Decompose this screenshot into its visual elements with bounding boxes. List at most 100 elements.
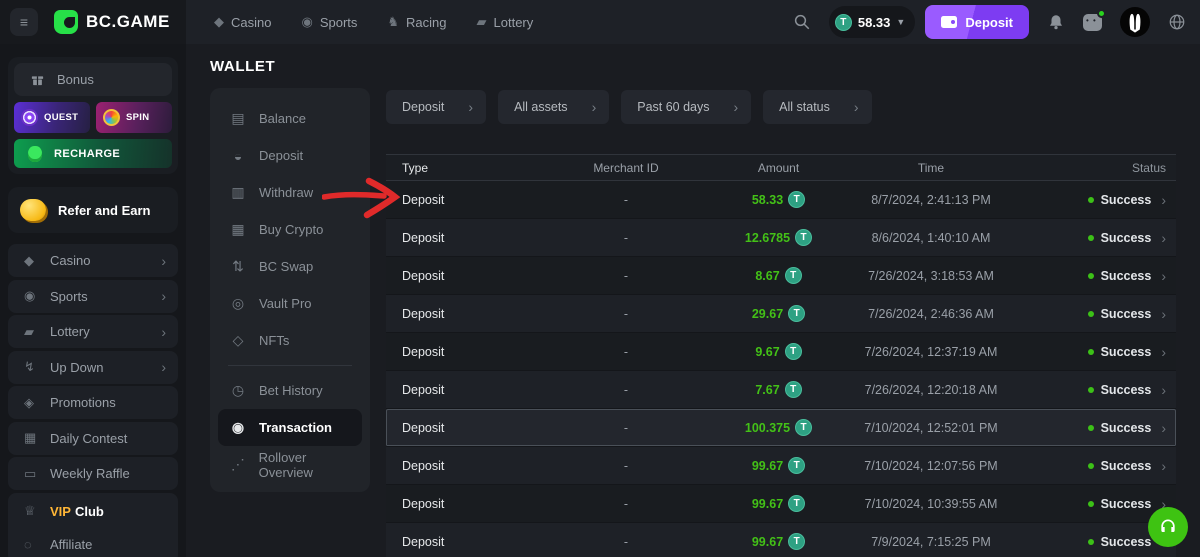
sidebar-item-affiliate[interactable]: ◌ Affiliate: [8, 528, 178, 557]
table-row[interactable]: Deposit - 100.375 T 7/10/2024, 12:52:01 …: [386, 409, 1176, 447]
wallet-menu-item[interactable]: ◷ Bet History: [218, 372, 362, 409]
sidebar-menu: ◆ Casino › ◉ Sports › ▰ Lottery › ↯: [8, 244, 178, 490]
headphones-icon: [1158, 517, 1178, 537]
tx-status: Success ›: [1021, 230, 1176, 246]
tx-amount-cell: 99.67 T: [716, 457, 841, 474]
crown-icon: ♕: [24, 503, 50, 519]
support-button[interactable]: [1148, 507, 1188, 547]
wallet-menu-item[interactable]: ◒ Deposit: [218, 137, 362, 174]
sidebar-menu-item[interactable]: ▰ Lottery ›: [8, 315, 178, 348]
tx-merchant-id: -: [536, 383, 716, 397]
tx-merchant-id: -: [536, 421, 716, 435]
tx-status: Success ›: [1021, 458, 1176, 474]
notifications-bell-icon[interactable]: [1047, 13, 1065, 31]
spin-badge[interactable]: SPIN: [96, 102, 172, 133]
navbar-tab[interactable]: ♞ Racing: [387, 14, 446, 30]
status-dot: [1088, 387, 1094, 393]
navbar-right: T 58.33 ▼ Deposit: [793, 0, 1186, 44]
tether-coin-icon: T: [785, 381, 802, 398]
tab-icon: ▰: [477, 14, 487, 30]
status-label: Success: [1101, 345, 1152, 359]
affiliate-label: Affiliate: [50, 537, 92, 552]
table-row[interactable]: Deposit - 29.67 T 7/26/2024, 2:46:36 AM …: [386, 295, 1176, 333]
sidebar-menu-item[interactable]: ↯ Up Down ›: [8, 351, 178, 384]
chat-online-dot: [1097, 9, 1106, 18]
wallet-menu-item[interactable]: ◉ Transaction: [218, 409, 362, 446]
wallet-menu-item[interactable]: ▤ Balance: [218, 100, 362, 137]
menu-item-label: Weekly Raffle: [50, 466, 130, 481]
status-label: Success: [1101, 231, 1152, 245]
table-row[interactable]: Deposit - 8.67 T 7/26/2024, 3:18:53 AM S…: [386, 257, 1176, 295]
table-row[interactable]: Deposit - 7.67 T 7/26/2024, 12:20:18 AM …: [386, 371, 1176, 409]
chevron-right-icon: ›: [854, 99, 859, 115]
status-label: Success: [1101, 497, 1152, 511]
status-dot: [1088, 463, 1094, 469]
sidebar-item-bonus[interactable]: Bonus: [14, 63, 172, 96]
filter-dropdown[interactable]: All status ›: [763, 90, 871, 124]
filter-dropdown[interactable]: All assets ›: [498, 90, 609, 124]
menu-item-label: Sports: [50, 289, 88, 304]
filter-dropdown[interactable]: Deposit ›: [386, 90, 486, 124]
wallet-menu-item[interactable]: ▥ Withdraw: [218, 174, 362, 211]
filter-dropdown[interactable]: Past 60 days ›: [621, 90, 751, 124]
tx-amount-cell: 9.67 T: [716, 343, 841, 360]
sidebar-menu-item[interactable]: ◆ Casino ›: [8, 244, 178, 277]
sidebar-menu-item[interactable]: ▭ Weekly Raffle: [8, 457, 178, 490]
target-icon: [21, 109, 38, 126]
tx-merchant-id: -: [536, 269, 716, 283]
search-icon[interactable]: [793, 13, 811, 31]
bcgame-logo[interactable]: BC.GAME: [54, 10, 170, 34]
wallet-menu-item[interactable]: ⋰ Rollover Overview: [218, 446, 362, 483]
divider: [228, 365, 352, 366]
tether-coin-icon: T: [788, 305, 805, 322]
col-header-type: Type: [386, 161, 536, 175]
tx-amount-cell: 99.67 T: [716, 533, 841, 550]
recharge-button[interactable]: RECHARGE: [14, 139, 172, 168]
tx-merchant-id: -: [536, 345, 716, 359]
menu-item-label: Daily Contest: [50, 431, 127, 446]
wallet-menu-item[interactable]: ◎ Vault Pro: [218, 285, 362, 322]
tx-amount-cell: 7.67 T: [716, 381, 841, 398]
tab-icon: ♞: [387, 14, 399, 30]
wallet-menu-item[interactable]: ▦ Buy Crypto: [218, 211, 362, 248]
tab-label: Racing: [406, 15, 446, 30]
chevron-right-icon: ›: [161, 288, 166, 304]
wallet-submenu: ▤ Balance ◒ Deposit ▥ Withdraw ▦: [210, 88, 370, 492]
table-row[interactable]: Deposit - 9.67 T 7/26/2024, 12:37:19 AM …: [386, 333, 1176, 371]
table-row[interactable]: Deposit - 58.33 T 8/7/2024, 2:41:13 PM S…: [386, 181, 1176, 219]
sidebar-menu-item[interactable]: ▦ Daily Contest: [8, 422, 178, 455]
table-row[interactable]: Deposit - 12.6785 T 8/6/2024, 1:40:10 AM…: [386, 219, 1176, 257]
wallet-menu-item[interactable]: ⇅ BC Swap: [218, 248, 362, 285]
status-dot: [1088, 501, 1094, 507]
wallet-menu-list-1: ▤ Balance ◒ Deposit ▥ Withdraw ▦: [218, 100, 362, 359]
status-label: Success: [1101, 459, 1152, 473]
table-row[interactable]: Deposit - 99.67 T 7/10/2024, 12:07:56 PM…: [386, 447, 1176, 485]
status-label: Success: [1101, 535, 1152, 549]
quest-badge[interactable]: QUEST: [14, 102, 90, 133]
hamburger-menu-button[interactable]: ≡: [10, 8, 38, 36]
navbar-tab[interactable]: ◆ Casino: [214, 14, 271, 30]
wallet-menu-item-icon: ◉: [230, 419, 246, 436]
status-dot: [1088, 311, 1094, 317]
sidebar-menu-item[interactable]: ◈ Promotions: [8, 386, 178, 419]
wallet-menu-item-icon: ◒: [230, 148, 246, 164]
table-row[interactable]: Deposit - 99.67 T 7/9/2024, 7:15:25 PM S…: [386, 523, 1176, 557]
chevron-right-icon: ›: [468, 99, 473, 115]
chevron-right-icon: ›: [592, 99, 597, 115]
filter-bar: Deposit › All assets › Past 60 days › Al…: [386, 90, 872, 124]
table-row[interactable]: Deposit - 99.67 T 7/10/2024, 10:39:55 AM…: [386, 485, 1176, 523]
navbar-tab[interactable]: ◉ Sports: [301, 14, 357, 30]
deposit-button[interactable]: Deposit: [925, 5, 1029, 39]
balance-selector[interactable]: T 58.33 ▼: [829, 6, 915, 38]
tx-time: 7/10/2024, 10:39:55 AM: [841, 497, 1021, 511]
sidebar-item-vip-club[interactable]: ♕ VIP Club: [8, 495, 178, 528]
wallet-menu-item-icon: ⋰: [230, 456, 246, 473]
refer-and-earn-button[interactable]: Refer and Earn: [8, 187, 178, 233]
chat-icon[interactable]: [1083, 14, 1102, 31]
language-globe-icon[interactable]: [1168, 13, 1186, 31]
menu-item-icon: ◉: [24, 288, 50, 304]
wallet-menu-item[interactable]: ◇ NFTs: [218, 322, 362, 359]
sidebar-menu-item[interactable]: ◉ Sports ›: [8, 280, 178, 313]
navbar-tab[interactable]: ▰ Lottery: [477, 14, 534, 30]
user-avatar[interactable]: [1120, 7, 1150, 37]
